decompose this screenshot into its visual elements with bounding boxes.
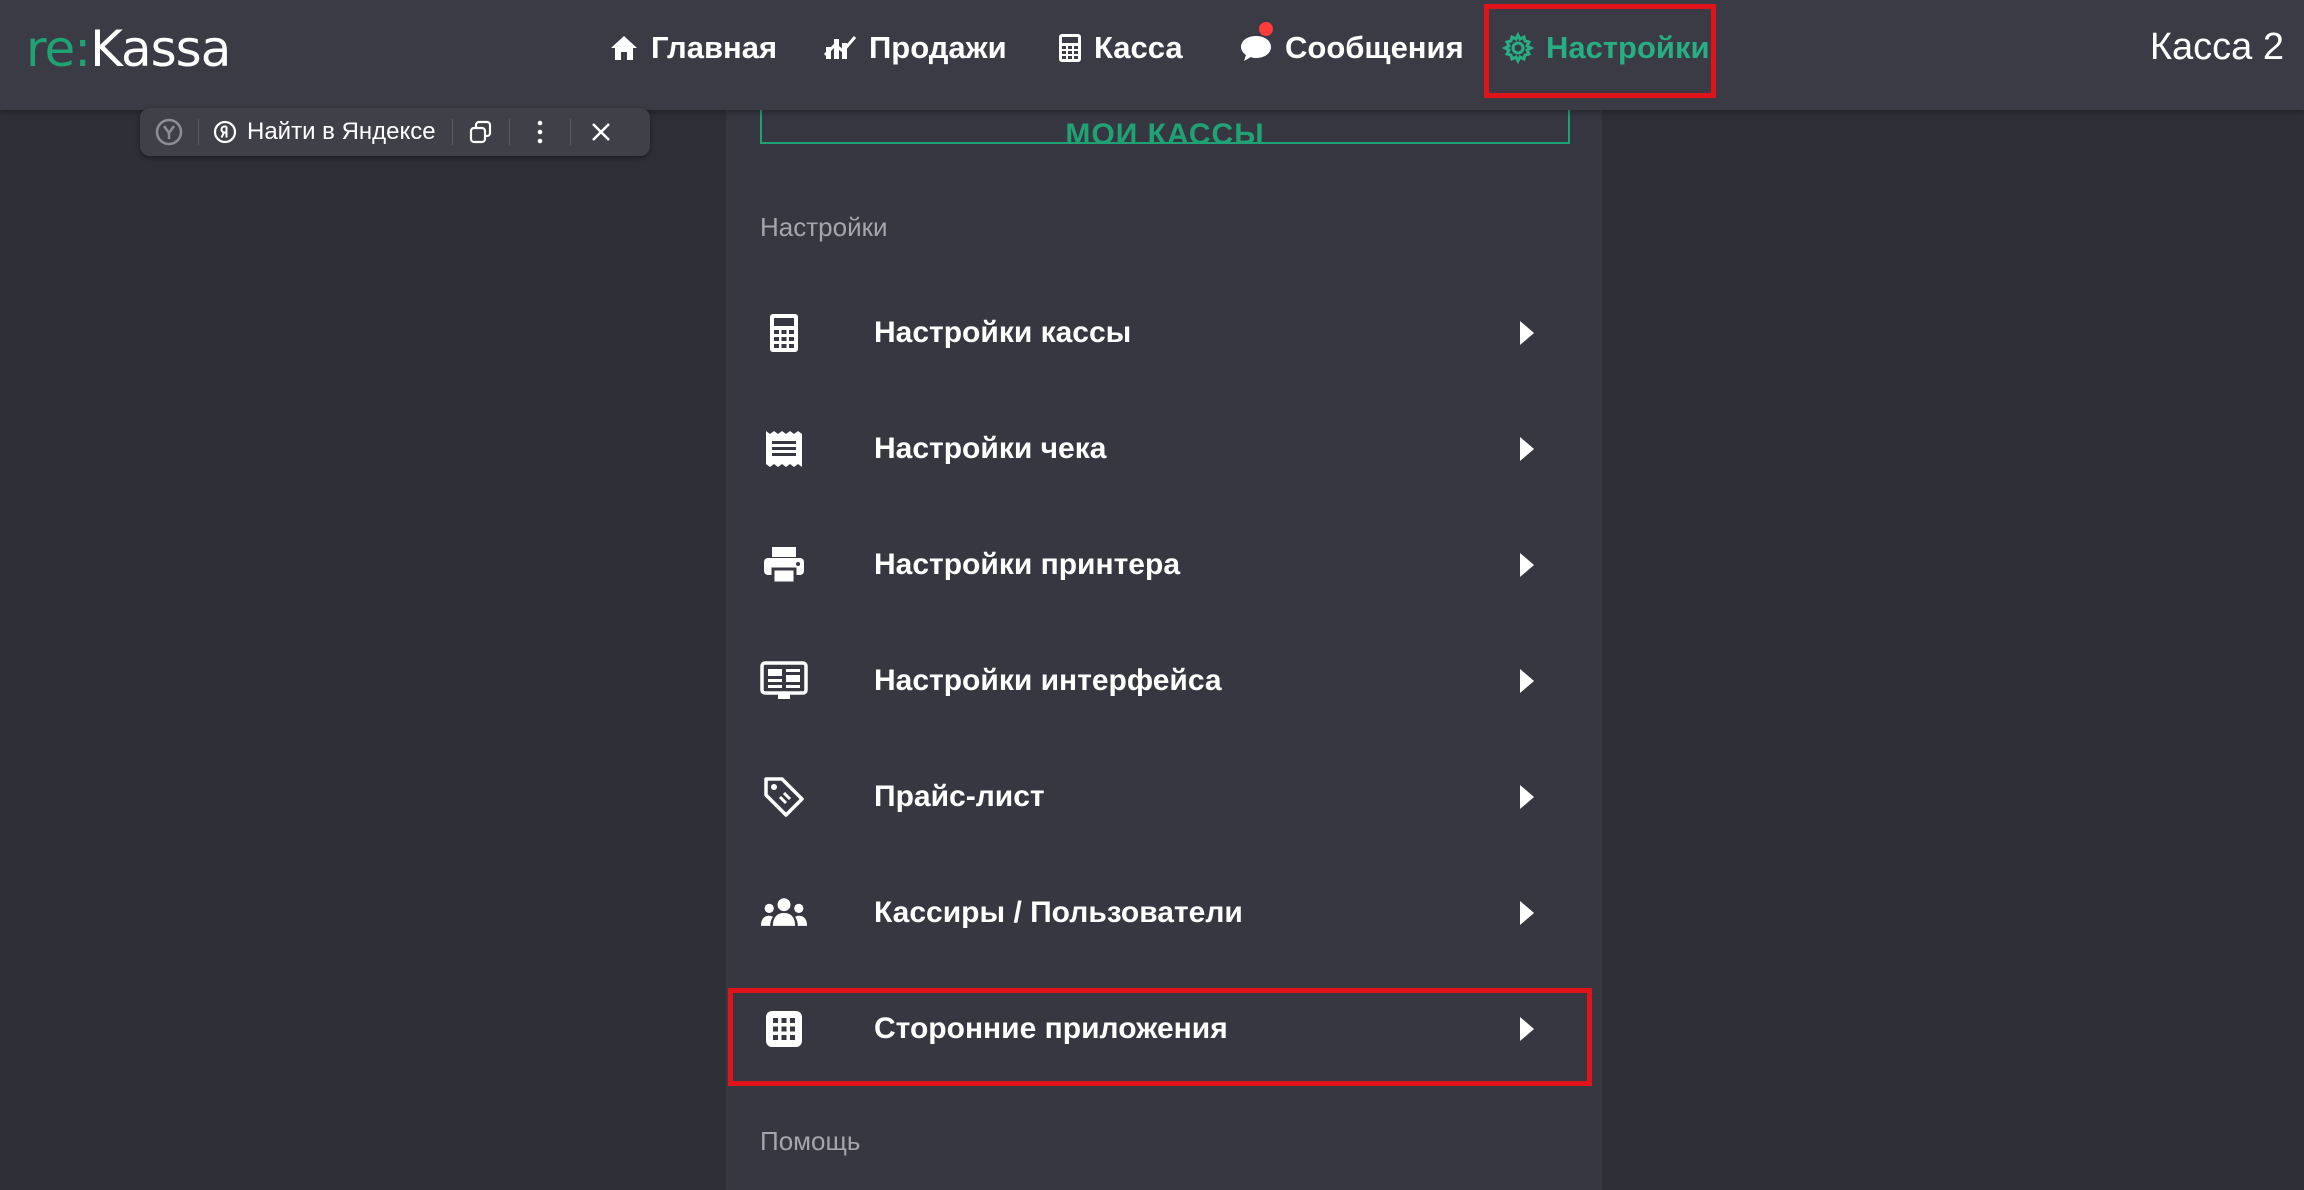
menu-item-receipt-settings[interactable]: Настройки чека: [760, 399, 1570, 499]
chevron-right-icon: [1520, 669, 1534, 693]
gear-icon: [1502, 31, 1534, 64]
menu-item-label: Настройки принтера: [874, 548, 1181, 581]
more-options-button[interactable]: [510, 108, 570, 156]
more-vertical-icon: [537, 120, 542, 144]
menu-item-label: Сторонние приложения: [874, 1012, 1228, 1045]
nav-sales-label: Продажи: [869, 29, 1007, 65]
price-tag-icon: [760, 773, 808, 821]
menu-item-label: Прайс-лист: [874, 780, 1045, 813]
nav-settings[interactable]: Настройки: [1502, 0, 1710, 95]
menu-item-label: Настройки чека: [874, 432, 1107, 465]
top-navigation-bar: re: Kassa Главная Продажи Касса Сообщени…: [0, 0, 2304, 110]
menu-item-label: Настройки кассы: [874, 316, 1132, 349]
chevron-right-icon: [1520, 437, 1534, 461]
nav-register-label: Касса: [1094, 29, 1183, 65]
copy-icon: [469, 120, 491, 144]
logo-prefix: re:: [26, 20, 91, 78]
users-icon: [760, 889, 808, 937]
nav-register[interactable]: Касса: [1058, 0, 1183, 95]
apps-grid-icon: [760, 1005, 808, 1053]
chevron-right-icon: [1520, 901, 1534, 925]
chevron-right-icon: [1520, 1017, 1534, 1041]
yandex-browser-icon: [155, 118, 183, 146]
yandex-browser-button[interactable]: [140, 108, 198, 156]
unread-messages-badge: [1259, 22, 1273, 36]
yandex-selection-toolbar: Найти в Яндексе: [140, 108, 650, 156]
yandex-logo-icon: [213, 120, 237, 144]
nav-home[interactable]: Главная: [609, 0, 777, 95]
menu-item-price-list[interactable]: Прайс-лист: [760, 747, 1570, 847]
nav-home-label: Главная: [651, 29, 778, 65]
chat-bubble-icon: [1241, 35, 1271, 61]
close-toolbar-button[interactable]: [571, 108, 631, 156]
calculator-icon: [760, 309, 808, 357]
logo-name: Kassa: [90, 20, 231, 78]
chevron-right-icon: [1520, 321, 1534, 345]
menu-item-register-settings[interactable]: Настройки кассы: [760, 283, 1570, 383]
home-icon: [611, 35, 637, 60]
search-in-yandex-label: Найти в Яндексе: [247, 118, 436, 145]
settings-panel: МОИ КАССЫ Настройки Настройки кассы Наст…: [726, 90, 1602, 1190]
copy-button[interactable]: [453, 108, 509, 156]
calculator-icon: [1059, 33, 1081, 62]
menu-item-label: Настройки интерфейса: [874, 664, 1222, 697]
nav-sales[interactable]: Продажи: [823, 0, 1007, 95]
nav-messages-label: Сообщения: [1285, 29, 1464, 65]
chevron-right-icon: [1520, 785, 1534, 809]
close-icon: [591, 123, 610, 141]
nav-settings-label: Настройки: [1546, 29, 1710, 65]
settings-section-title: Настройки: [760, 212, 888, 242]
help-section-title: Помощь: [760, 1126, 861, 1156]
menu-item-third-party-apps[interactable]: Сторонние приложения: [760, 979, 1570, 1079]
chevron-right-icon: [1520, 553, 1534, 577]
search-in-yandex-button[interactable]: Найти в Яндексе: [199, 108, 452, 156]
sales-chart-icon: [823, 35, 857, 59]
my-registers-label: МОИ КАССЫ: [1065, 118, 1265, 144]
menu-item-label: Кассиры / Пользователи: [874, 896, 1243, 929]
menu-item-interface-settings[interactable]: Настройки интерфейса: [760, 631, 1570, 731]
current-register-name: Касса 2: [2149, 26, 2284, 68]
printer-icon: [760, 541, 808, 589]
nav-messages[interactable]: Сообщения: [1239, 0, 1464, 95]
receipt-icon: [760, 425, 808, 473]
menu-item-printer-settings[interactable]: Настройки принтера: [760, 515, 1570, 615]
menu-item-cashiers-users[interactable]: Кассиры / Пользователи: [760, 863, 1570, 963]
interface-icon: [760, 657, 808, 705]
app-logo[interactable]: re: Kassa: [26, 14, 231, 84]
